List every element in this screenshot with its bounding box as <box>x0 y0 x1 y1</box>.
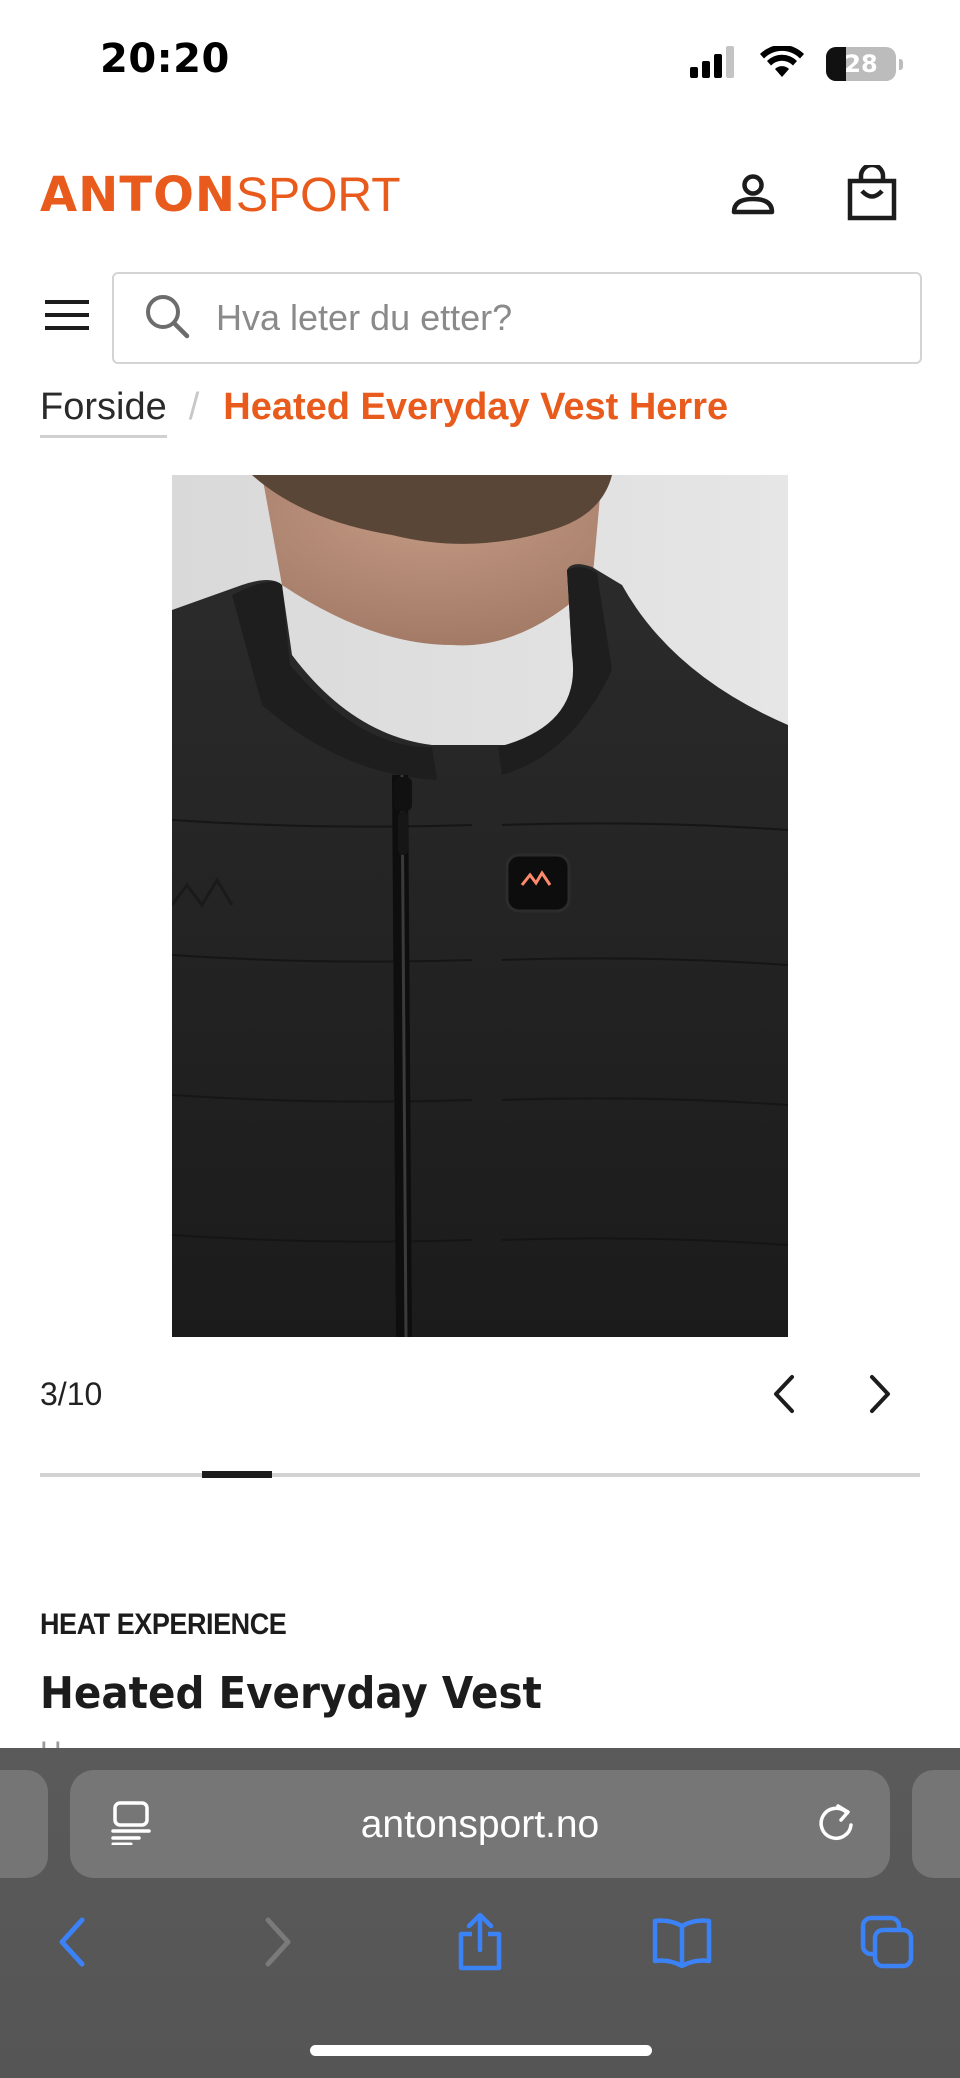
battery-indicator: 28 <box>826 47 903 81</box>
forward-arrow-icon <box>263 1917 293 1972</box>
product-brand[interactable]: HEAT EXPERIENCE <box>40 1608 287 1642</box>
chevron-left-icon <box>771 1374 797 1419</box>
browser-back-button[interactable] <box>40 1912 104 1976</box>
bookmarks-icon <box>651 1916 713 1973</box>
breadcrumb-home-link[interactable]: Forside <box>40 386 167 438</box>
product-title: Heated Everyday Vest <box>40 1668 542 1719</box>
search-box[interactable] <box>112 272 922 364</box>
next-tab-peek[interactable] <box>912 1770 960 1878</box>
status-bar: 20:20 28 <box>0 0 960 120</box>
chevron-right-icon <box>867 1374 893 1419</box>
breadcrumb-current: Heated Everyday Vest Herre <box>223 386 729 428</box>
status-icons: 28 <box>690 44 903 84</box>
gallery-progress-track[interactable] <box>40 1471 920 1478</box>
browser-forward-button[interactable] <box>246 1912 310 1976</box>
tabs-icon <box>860 1915 916 1974</box>
gallery-progress-indicator <box>201 1471 273 1478</box>
hamburger-menu-icon <box>45 299 89 336</box>
search-icon <box>144 293 190 344</box>
shopping-bag-icon <box>847 162 897 226</box>
reader-mode-button[interactable] <box>104 1800 158 1850</box>
gallery-next-button[interactable] <box>854 1370 906 1422</box>
search-input[interactable] <box>216 297 856 339</box>
logo-light-text: SPORT <box>236 169 401 222</box>
back-arrow-icon <box>57 1917 87 1972</box>
logo-bold-text: ANTON <box>40 167 237 223</box>
breadcrumb: Forside / Heated Everyday Vest Herre <box>40 386 728 438</box>
home-indicator[interactable] <box>310 2045 652 2056</box>
account-button[interactable] <box>726 170 780 224</box>
browser-tabs-button[interactable] <box>856 1912 920 1976</box>
url-text[interactable]: antonsport.no <box>170 1800 790 1850</box>
product-image[interactable] <box>172 475 788 1337</box>
battery-cap <box>899 59 903 70</box>
reader-mode-icon <box>111 1800 151 1850</box>
previous-tab-peek[interactable] <box>0 1770 48 1878</box>
wifi-icon <box>760 44 804 83</box>
reload-icon <box>816 1801 856 1850</box>
browser-bookmarks-button[interactable] <box>650 1912 714 1976</box>
menu-button[interactable] <box>40 292 94 342</box>
user-icon <box>730 173 776 221</box>
browser-share-button[interactable] <box>448 1912 512 1976</box>
share-icon <box>455 1912 505 1977</box>
reload-button[interactable] <box>810 1798 862 1852</box>
gallery-prev-button[interactable] <box>758 1370 810 1422</box>
breadcrumb-separator: / <box>188 386 200 428</box>
site-logo[interactable]: ANTONSPORT <box>40 167 401 223</box>
cellular-signal-icon <box>690 45 738 83</box>
battery-level: 28 <box>844 50 878 78</box>
cart-button[interactable] <box>844 162 900 228</box>
status-time: 20:20 <box>100 36 230 82</box>
gallery-counter: 3/10 <box>40 1376 103 1412</box>
vest-photo <box>172 475 788 1337</box>
